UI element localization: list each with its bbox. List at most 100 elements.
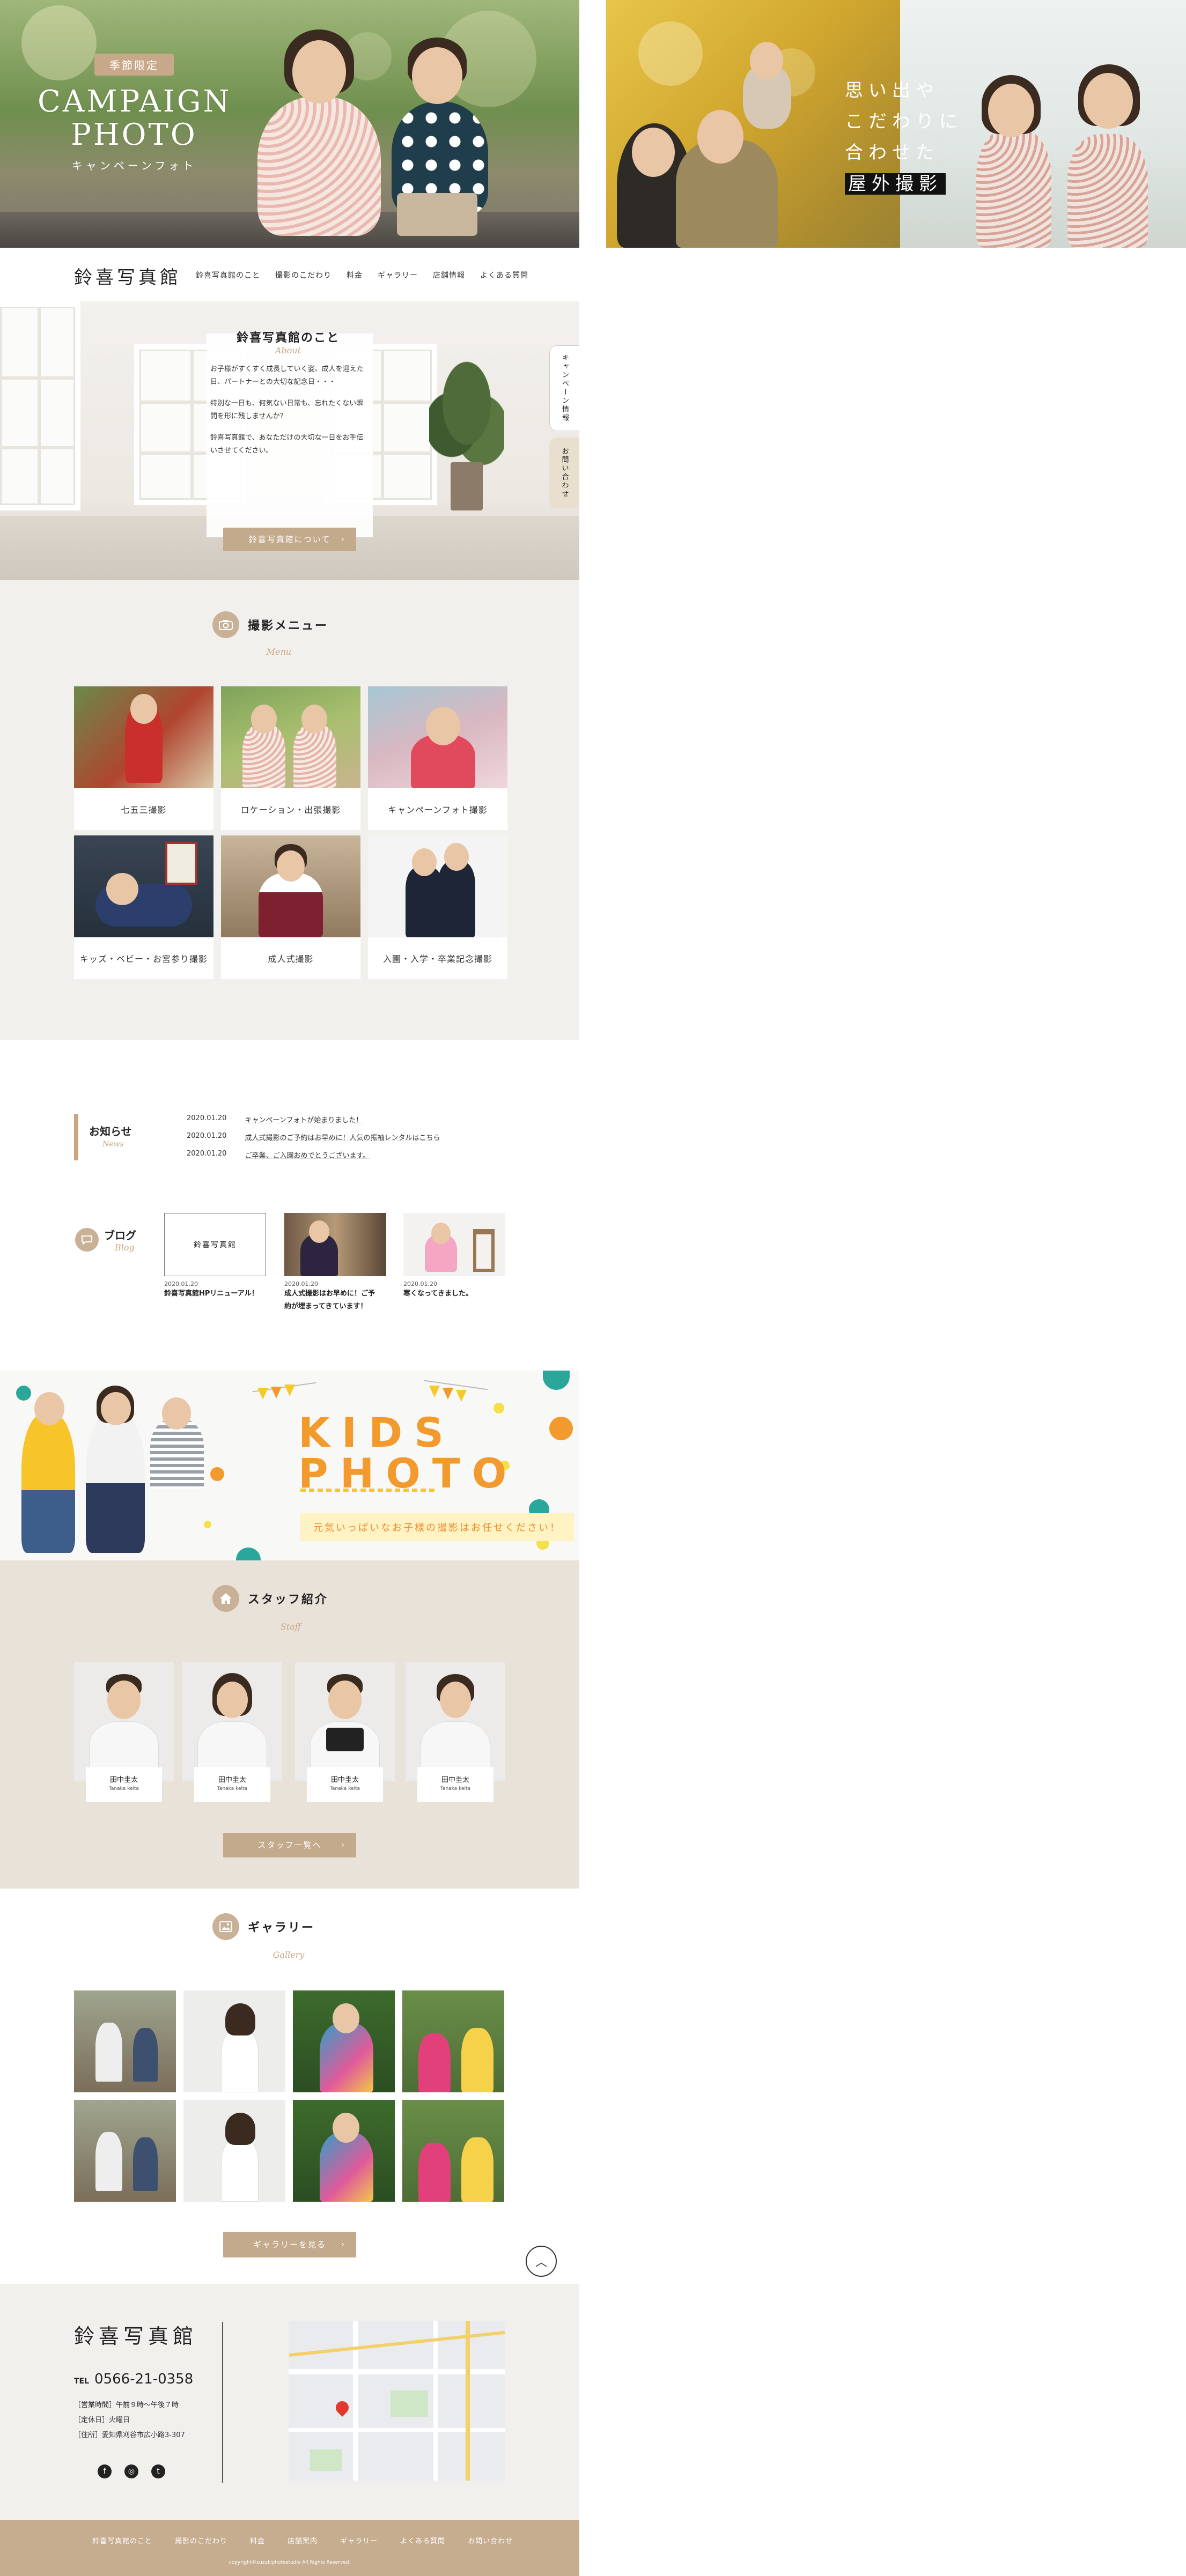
camera-icon — [212, 611, 239, 638]
hero-campaign-banner[interactable]: 季節限定 CAMPAIGN PHOTO キャンペーンフォト — [0, 0, 579, 248]
kids-title: KIDS PHOTO — [298, 1412, 518, 1494]
footer-nav-price[interactable]: 料金 — [250, 2535, 265, 2545]
blog-date: 2020.01.20 — [164, 1280, 198, 1287]
staff-roman: Tanaka keita — [217, 1786, 248, 1792]
gallery-button[interactable]: ギャラリーを見る › — [223, 2232, 356, 2257]
gallery-image[interactable] — [183, 1990, 285, 2092]
tel-number: 0566-21-0358 — [94, 2371, 194, 2387]
kid-white-figure — [86, 1413, 145, 1553]
facebook-icon[interactable]: f — [98, 2464, 112, 2478]
staff-name: 田中圭太 — [441, 1776, 469, 1784]
instagram-icon[interactable]: ◎ — [124, 2464, 138, 2478]
gallery-image[interactable] — [74, 2100, 176, 2202]
image-icon — [212, 1913, 239, 1940]
campaign-subtitle: キャンペーンフォト — [71, 159, 197, 172]
about-title: 鈴喜写真館のこと — [236, 331, 340, 345]
outdoor-copy-line: こだわりに — [845, 111, 963, 132]
footer-info: ［営業時間］午前９時〜午後７時 ［定休日］火曜日 ［住所］愛知県刈谷市広小路3-… — [74, 2398, 185, 2443]
campaign-side-tab-label: キャンペーン情報 — [561, 354, 569, 423]
news-text[interactable]: ご卒業、ご入園おめでとうございます。 — [245, 1150, 370, 1160]
footer-nav-store[interactable]: 店舗案内 — [288, 2535, 318, 2545]
footer-nav: 鈴喜写真館のこと 撮影のこだわり 料金 店舗案内 ギャラリー よくある質問 お問… — [0, 2520, 579, 2576]
staff-card[interactable]: 田中圭太 Tanaka keita — [406, 1662, 505, 1802]
nav-commitment[interactable]: 撮影のこだわり — [275, 270, 332, 280]
footer-nav-commitment[interactable]: 撮影のこだわり — [175, 2535, 227, 2545]
outdoor-copy-line: 合わせた — [845, 142, 939, 164]
gallery-subtitle: Gallery — [272, 1950, 305, 1960]
about-button[interactable]: 鈴喜写真館について › — [223, 528, 356, 551]
menu-card-label: 七五三撮影 — [121, 805, 167, 815]
blog-date: 2020.01.20 — [284, 1280, 318, 1287]
menu-card-shichigosan[interactable]: 七五三撮影 — [74, 686, 213, 830]
footer-nav-about[interactable]: 鈴喜写真館のこと — [92, 2535, 152, 2545]
page-top-button[interactable]: ︿ — [526, 2246, 557, 2277]
menu-subtitle: Menu — [266, 647, 292, 657]
contact-side-tab[interactable]: お問い合わせ — [549, 438, 579, 508]
blog-item[interactable]: 2020.01.20 成人式撮影はお早めに！ご予 約が埋まってきています！ — [284, 1213, 386, 1313]
plant-decoration — [429, 360, 504, 468]
outdoor-copy: 思い出や こだわりに 合わせた 屋外撮影 — [845, 75, 963, 199]
campaign-side-tab[interactable]: キャンペーン情報 — [549, 345, 579, 431]
gallery-image[interactable] — [293, 1990, 395, 2092]
kids-title-line: PHOTO — [298, 1449, 519, 1497]
staff-card[interactable]: 田中圭太 Tanaka keita — [74, 1662, 174, 1802]
staff-card[interactable]: 田中圭太 Tanaka keita — [295, 1662, 395, 1802]
news-text[interactable]: 成人式撮影のご予約はお早めに！人気の振袖レンタルはこちら — [245, 1132, 440, 1142]
girl-figure — [257, 97, 381, 236]
news-text[interactable]: キャンペーンフォトが始まりました！ — [245, 1114, 363, 1124]
copyright: copyright©suzukiphotostudio All Rights R… — [229, 2560, 351, 2565]
news-item[interactable]: 2020.01.20 ご卒業、ご入園おめでとうございます。 — [187, 1150, 370, 1160]
site-logo[interactable]: 鈴喜写真館 — [74, 263, 181, 289]
daughter-figure — [976, 129, 1051, 248]
menu-card-campaign[interactable]: キャンペーンフォト撮影 — [368, 686, 507, 830]
store-map[interactable] — [289, 2321, 505, 2481]
footer-nav-faq[interactable]: よくある質問 — [400, 2535, 445, 2545]
blog-item[interactable]: 鈴喜写真館 2020.01.20 鈴喜写真館HPリニューアル！ — [164, 1213, 266, 1300]
outdoor-copy-highlight: 屋外撮影 — [845, 173, 946, 195]
news-item[interactable]: 2020.01.20 成人式撮影のご予約はお早めに！人気の振袖レンタルはこちら — [187, 1132, 440, 1142]
gallery-image[interactable] — [402, 1990, 504, 2092]
about-paragraph: 特別な一日も、何気ない日常も、忘れたくない瞬間を形に残しませんか？ — [210, 399, 364, 420]
staff-name: 田中圭太 — [109, 1776, 138, 1784]
staff-card[interactable]: 田中圭太 Tanaka keita — [182, 1662, 282, 1802]
twitter-icon[interactable]: t — [151, 2464, 165, 2478]
footer-tel[interactable]: TEL 0566-21-0358 — [74, 2371, 193, 2387]
blog-item[interactable]: 2020.01.20 寒くなってきました。 — [403, 1213, 505, 1300]
menu-card-label: 成人式撮影 — [268, 954, 314, 964]
blog-subtitle: Blog — [115, 1242, 135, 1253]
gallery-image[interactable] — [74, 1990, 176, 2092]
footer-nav-gallery[interactable]: ギャラリー — [340, 2535, 378, 2545]
blog-item-title: 鈴喜写真館HPリニューアル！ — [164, 1290, 259, 1298]
gallery-image[interactable] — [183, 2100, 285, 2202]
news-item[interactable]: 2020.01.20 キャンペーンフォトが始まりました！ — [187, 1114, 363, 1124]
menu-title: 撮影メニュー — [248, 619, 329, 633]
gallery-image[interactable] — [293, 2100, 395, 2202]
staff-list-button[interactable]: スタッフ一覧へ › — [223, 1833, 356, 1857]
staff-title: スタッフ紹介 — [248, 1593, 329, 1607]
daughter-figure-2 — [1067, 134, 1148, 248]
menu-card-coming-of-age[interactable]: 成人式撮影 — [221, 835, 360, 979]
campaign-title: CAMPAIGN PHOTO — [38, 84, 232, 152]
menu-card-label: キャンペーンフォト撮影 — [388, 805, 488, 815]
kids-title-line: KIDS — [298, 1409, 455, 1456]
about-subtitle: About — [275, 345, 301, 356]
nav-gallery[interactable]: ギャラリー — [378, 270, 418, 280]
nav-about[interactable]: 鈴喜写真館のこと — [196, 270, 260, 280]
gallery-button-label: ギャラリーを見る — [253, 2240, 326, 2249]
menu-card-kids-baby[interactable]: キッズ・ベビー・お宮参り撮影 — [74, 835, 213, 979]
news-title: お知らせ — [89, 1125, 132, 1138]
nav-faq[interactable]: よくある質問 — [480, 270, 528, 280]
menu-card-location[interactable]: ロケーション・出張撮影 — [221, 686, 360, 830]
footer-nav-contact[interactable]: お問い合わせ — [468, 2535, 513, 2545]
address: ［住所］愛知県刈谷市広小路3-307 — [74, 2431, 185, 2439]
gallery-image[interactable] — [402, 2100, 504, 2202]
staff-list-button-label: スタッフ一覧へ — [257, 1840, 322, 1850]
footer-logo[interactable]: 鈴喜写真館 — [74, 2320, 197, 2349]
menu-card-school[interactable]: 入園・入学・卒業記念撮影 — [368, 835, 507, 979]
map-pin-icon — [333, 2399, 351, 2417]
nav-store[interactable]: 店舗情報 — [433, 270, 465, 280]
nav-price[interactable]: 料金 — [347, 270, 363, 280]
arrow-right-icon: › — [341, 535, 345, 544]
news-date: 2020.01.20 — [187, 1114, 227, 1122]
campaign-copy: 季節限定 CAMPAIGN PHOTO キャンペーンフォト — [38, 54, 231, 173]
